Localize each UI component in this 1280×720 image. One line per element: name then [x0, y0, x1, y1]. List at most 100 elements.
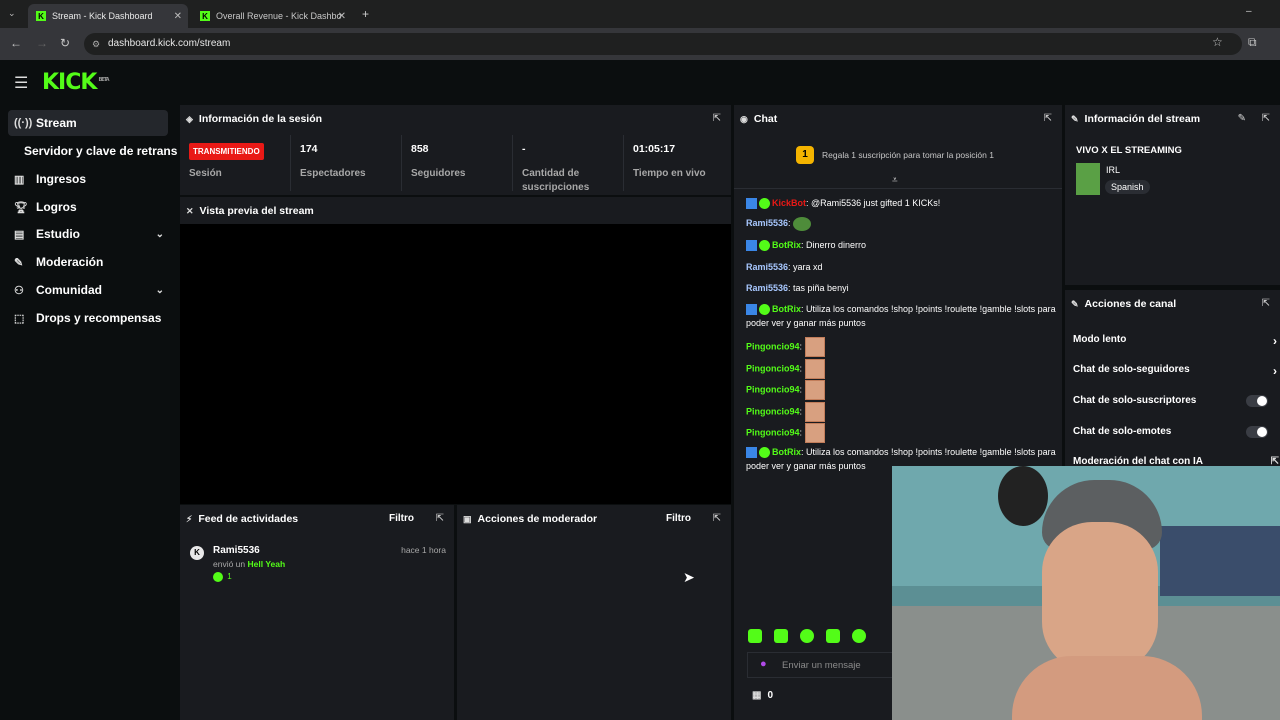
chat-username[interactable]: KickBot — [772, 198, 806, 208]
action-label: Chat de solo-suscriptores — [1073, 395, 1197, 406]
expand-icon[interactable]: ⩡ — [892, 175, 898, 186]
chat-username[interactable]: BotRix — [772, 240, 801, 250]
minimize-icon[interactable]: – — [1246, 6, 1252, 17]
action-slow-mode[interactable]: Modo lento › — [1073, 334, 1277, 348]
forward-icon[interactable]: → — [36, 36, 48, 50]
verified-badge-icon — [759, 447, 770, 459]
tab-label: Overall Revenue - Kick Dashbo — [216, 11, 342, 21]
divider — [734, 188, 1062, 189]
chat-username[interactable]: Rami5536 — [746, 218, 788, 228]
panel-title: Chat — [753, 113, 778, 125]
chat-username[interactable]: Pingoncio94 — [746, 406, 800, 416]
sidebar-item-estudio[interactable]: ▤ Estudio ⌄ — [8, 221, 168, 247]
popout-icon[interactable]: ⇱ — [1044, 113, 1052, 124]
chat-username[interactable]: Rami5536 — [746, 262, 788, 272]
sidebar-item-comunidad[interactable]: ⚇ Comunidad ⌄ — [8, 277, 168, 303]
category-thumbnail[interactable] — [1076, 163, 1100, 195]
url-text: dashboard.kick.com/stream — [108, 38, 231, 49]
verified-badge-icon — [759, 304, 770, 316]
chevron-down-icon[interactable]: ⌄ — [156, 229, 164, 240]
preview-icon: ✕ — [186, 205, 194, 216]
sidebar-item-logros[interactable]: 🏆︎ Logros — [8, 194, 168, 220]
tab-stream-dashboard[interactable]: K Stream - Kick Dashboard ✕ — [28, 4, 188, 28]
category-name[interactable]: IRL — [1106, 165, 1120, 175]
emote-icon[interactable] — [800, 629, 814, 643]
chat-icon: ◉ — [740, 113, 748, 124]
chevron-down-icon[interactable]: ⌄ — [156, 285, 164, 296]
tab-overall-revenue[interactable]: K Overall Revenue - Kick Dashbo ✕ — [192, 4, 352, 28]
subscribers-only-toggle[interactable] — [1246, 395, 1268, 407]
activity-user[interactable]: Rami5536 — [213, 545, 260, 556]
emote-icon[interactable] — [852, 629, 866, 643]
close-icon[interactable]: ✕ — [338, 11, 346, 22]
popout-icon[interactable]: ⇱ — [1262, 298, 1270, 309]
reload-icon[interactable]: ↻ — [60, 36, 70, 50]
stat-viewers: 174 Espectadores — [300, 143, 400, 181]
popout-icon[interactable]: ⇱ — [713, 513, 721, 524]
chat-input[interactable]: ● Enviar un mensaje — [747, 652, 892, 678]
chat-username[interactable]: Pingoncio94 — [746, 363, 800, 373]
action-followers-only[interactable]: Chat de solo-seguidores › — [1073, 364, 1277, 378]
wrench-icon: ✎ — [14, 256, 24, 269]
sidebar-item-server-key[interactable]: Servidor y clave de retransm — [18, 138, 178, 164]
gift-sub-banner[interactable]: 1 Regala 1 suscripción para tomar la pos… — [796, 145, 1056, 165]
close-icon[interactable]: ✕ — [174, 11, 182, 22]
activity-item: K Rami5536 hace 1 hora envió un Hell Yea… — [190, 545, 446, 585]
chat-message: Rami5536: yara xd — [746, 260, 1056, 274]
sidebar-item-moderacion[interactable]: ✎ Moderación — [8, 249, 168, 275]
bookmark-star-icon[interactable]: ☆ — [1212, 35, 1223, 49]
face — [1042, 522, 1158, 672]
mouse-cursor-icon: ➤ — [683, 569, 695, 585]
extensions-icon[interactable]: ⧉ — [1248, 35, 1257, 50]
chat-message: Pingoncio94: — [746, 423, 1056, 443]
stat-label: Seguidores — [411, 168, 466, 179]
site-info-icon[interactable]: ⚙ — [92, 33, 100, 55]
studio-icon: ▤ — [14, 228, 25, 241]
stream-preview-video[interactable] — [180, 224, 731, 504]
emote-icon[interactable] — [826, 629, 840, 643]
sidebar-item-stream[interactable]: ((·)) Stream — [8, 110, 168, 136]
emotes-only-toggle[interactable] — [1246, 426, 1268, 438]
url-field[interactable]: ⚙ dashboard.kick.com/stream — [84, 33, 1242, 55]
microphone-icon[interactable]: ● — [760, 658, 767, 670]
kick-logo[interactable]: KICK BETA — [42, 70, 110, 95]
chat-username[interactable]: BotRix — [772, 447, 801, 457]
bed — [1160, 526, 1280, 596]
popout-icon[interactable]: ⇱ — [1262, 113, 1270, 124]
new-tab-icon[interactable]: + — [362, 7, 369, 21]
stat-uptime: 01:05:17 Tiempo en vivo — [633, 143, 733, 181]
panel-header: ✎ Acciones de canal — [1065, 290, 1280, 318]
webcam-overlay — [892, 466, 1280, 720]
chat-username[interactable]: Rami5536 — [746, 283, 788, 293]
popout-icon[interactable]: ⇱ — [436, 513, 444, 524]
emote-icon[interactable] — [748, 629, 762, 643]
emote-icon[interactable] — [774, 629, 788, 643]
filter-button[interactable]: Filtro — [389, 513, 414, 524]
popout-icon[interactable]: ⇱ — [713, 113, 721, 124]
shield-icon: ▣ — [463, 513, 472, 524]
channel-points[interactable]: ▦ 0 — [752, 690, 773, 701]
rank-badge: 1 — [796, 146, 814, 164]
tab-search-icon[interactable]: ⌄ — [8, 8, 16, 19]
chat-text: : @Rami5536 just gifted 1 KICKs! — [806, 198, 941, 208]
language-tag: Spanish — [1105, 180, 1150, 194]
chat-username[interactable]: Pingoncio94 — [746, 341, 800, 351]
pepe-emote-icon — [793, 216, 812, 231]
sidebar-item-ingresos[interactable]: ▥ Ingresos — [8, 166, 168, 192]
chat-username[interactable]: Pingoncio94 — [746, 384, 800, 394]
sidebar-item-label: Drops y recompensas — [36, 311, 162, 325]
chat-username[interactable]: Pingoncio94 — [746, 427, 800, 437]
edit-pencil-icon[interactable]: ✎ — [1238, 113, 1246, 124]
sidebar-item-drops[interactable]: ⬚ Drops y recompensas — [8, 305, 168, 331]
channel-actions-panel: ✎ Acciones de canal ⇱ Modo lento › Chat … — [1065, 290, 1280, 468]
chart-icon: ▥ — [14, 173, 25, 186]
back-icon[interactable]: ← — [10, 36, 22, 50]
chat-message: BotRix: Utiliza los comandos !shop !poin… — [746, 302, 1056, 330]
chat-username[interactable]: BotRix — [772, 304, 801, 314]
chat-text: : — [799, 384, 803, 395]
filter-button[interactable]: Filtro — [666, 513, 691, 524]
menu-icon[interactable]: ☰ — [14, 73, 28, 93]
chat-message: BotRix: Dinerro dinerro — [746, 238, 1056, 252]
panel-header: ✎ Información del stream — [1065, 105, 1280, 133]
activity-time: hace 1 hora — [401, 545, 446, 555]
